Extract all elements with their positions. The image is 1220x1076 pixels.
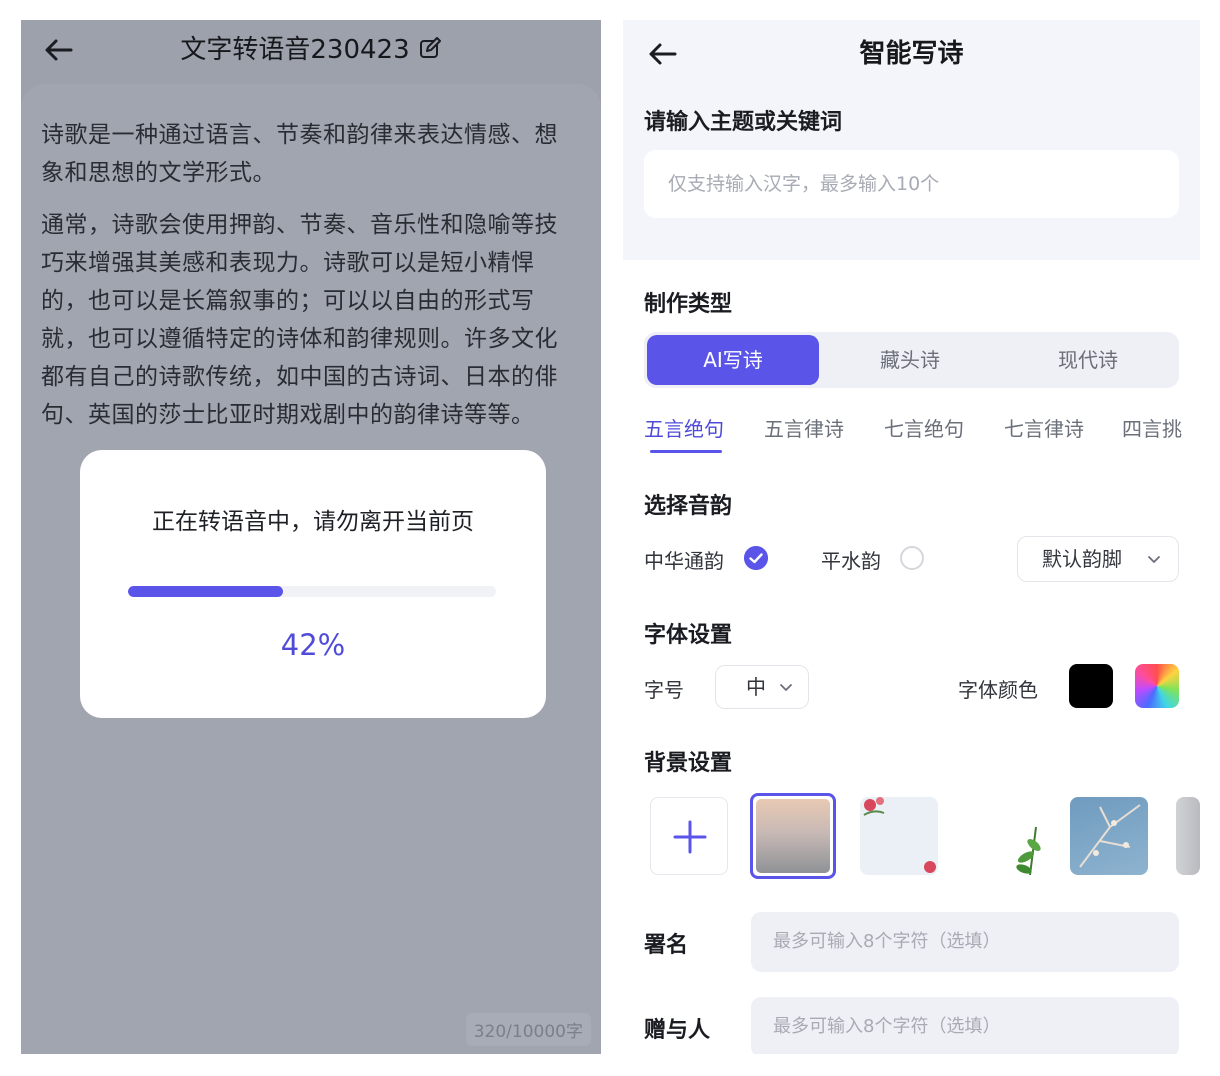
background-thumb-gradient[interactable] bbox=[750, 793, 836, 879]
type-segmented-control: AI写诗 藏头诗 现代诗 bbox=[644, 332, 1179, 388]
segment-modern[interactable]: 现代诗 bbox=[1002, 332, 1174, 388]
plus-icon bbox=[673, 820, 707, 854]
radio-checked-icon[interactable] bbox=[744, 546, 768, 570]
signature-label: 署名 bbox=[644, 933, 689, 958]
poem-form-tabs: 五言绝句 五言律诗 七言绝句 七言律诗 四言挑 bbox=[644, 414, 1200, 454]
divider bbox=[601, 20, 623, 1054]
editor-text[interactable]: 诗歌是一种通过语言、节奏和韵律来表达情感、想象和思想的文学形式。 通常，诗歌会使… bbox=[41, 116, 581, 434]
page-title-text: 文字转语音230423 bbox=[180, 35, 410, 65]
tab-wuyan-lushi[interactable]: 五言律诗 bbox=[764, 414, 844, 444]
font-color-swatch-black[interactable] bbox=[1069, 664, 1113, 708]
tab-wuyan-jueju[interactable]: 五言绝句 bbox=[644, 414, 724, 444]
page-title: 智能写诗 bbox=[859, 39, 964, 69]
chevron-down-icon bbox=[1148, 556, 1160, 563]
add-background-button[interactable] bbox=[650, 797, 728, 875]
progress-dialog: 正在转语音中，请勿离开当前页 42% bbox=[80, 450, 546, 718]
rhyme-option-label[interactable]: 平水韵 bbox=[821, 545, 881, 574]
tts-screen: 文字转语音230423 诗歌是一种通过语言、节奏和韵律来表达情感、想象和思想的文… bbox=[21, 20, 601, 1054]
font-size-dropdown[interactable]: 中 bbox=[715, 665, 809, 709]
branch-image bbox=[1079, 804, 1141, 868]
recipient-input[interactable]: 最多可输入8个字符（选填） bbox=[751, 997, 1179, 1054]
thumb-image bbox=[756, 799, 830, 873]
background-thumb-flowers[interactable] bbox=[860, 797, 938, 875]
dialog-message: 正在转语音中，请勿离开当前页 bbox=[152, 509, 474, 535]
segment-acrostic[interactable]: 藏头诗 bbox=[824, 332, 996, 388]
segment-ai-poem[interactable]: AI写诗 bbox=[647, 335, 819, 385]
top-bar: 文字转语音230423 bbox=[21, 20, 601, 80]
radio-unchecked-icon[interactable] bbox=[900, 546, 924, 570]
font-size-value: 中 bbox=[746, 675, 766, 699]
background-thumb-branches[interactable] bbox=[1070, 797, 1148, 875]
char-counter: 320/10000字 bbox=[465, 1013, 591, 1046]
paragraph: 诗歌是一种通过语言、节奏和韵律来表达情感、想象和思想的文学形式。 bbox=[41, 122, 558, 186]
tab-qiyan-lushi[interactable]: 七言律诗 bbox=[1004, 414, 1084, 444]
background-label: 背景设置 bbox=[644, 751, 733, 776]
chevron-down-icon bbox=[780, 684, 792, 691]
rhyme-label: 选择音韵 bbox=[644, 494, 733, 519]
rhyme-option-label[interactable]: 中华通韵 bbox=[644, 545, 724, 574]
rhyme-dropdown[interactable]: 默认韵脚 bbox=[1017, 536, 1179, 582]
screenshot-stage: 文字转语音230423 诗歌是一种通过语言、节奏和韵律来表达情感、想象和思想的文… bbox=[0, 0, 1220, 1076]
type-label: 制作类型 bbox=[644, 292, 733, 317]
paragraph: 通常，诗歌会使用押韵、节奏、音乐性和隐喻等技巧来增强其美感和表现力。诗歌可以是短… bbox=[41, 212, 558, 428]
font-size-label: 字号 bbox=[644, 678, 684, 702]
font-color-label: 字体颜色 bbox=[958, 678, 1038, 702]
topic-input[interactable]: 仅支持输入汉字，最多输入10个 bbox=[644, 150, 1179, 218]
flower-image bbox=[863, 797, 936, 873]
rhyme-dropdown-value: 默认韵脚 bbox=[1042, 547, 1122, 571]
progress-fill bbox=[128, 586, 283, 597]
tab-qiyan-jueju[interactable]: 七言绝句 bbox=[884, 414, 964, 444]
topic-label: 请输入主题或关键词 bbox=[644, 110, 843, 135]
font-label: 字体设置 bbox=[644, 623, 733, 648]
tab-siyan[interactable]: 四言挑 bbox=[1122, 414, 1182, 444]
background-thumb-plant[interactable] bbox=[970, 797, 1048, 875]
color-picker-icon[interactable] bbox=[1135, 664, 1179, 708]
signature-input[interactable]: 最多可输入8个字符（选填） bbox=[751, 912, 1179, 972]
poem-screen: 智能写诗 请输入主题或关键词 仅支持输入汉字，最多输入10个 制作类型 AI写诗… bbox=[623, 20, 1200, 1054]
background-thumb-partial[interactable] bbox=[1176, 797, 1200, 875]
progress-percent: 42% bbox=[280, 628, 346, 662]
progress-track bbox=[128, 586, 496, 597]
active-tab-indicator bbox=[650, 450, 722, 453]
plant-image bbox=[1016, 826, 1041, 875]
page-title: 文字转语音230423 bbox=[21, 32, 601, 68]
edit-icon[interactable] bbox=[418, 37, 442, 61]
recipient-label: 赠与人 bbox=[644, 1018, 711, 1043]
